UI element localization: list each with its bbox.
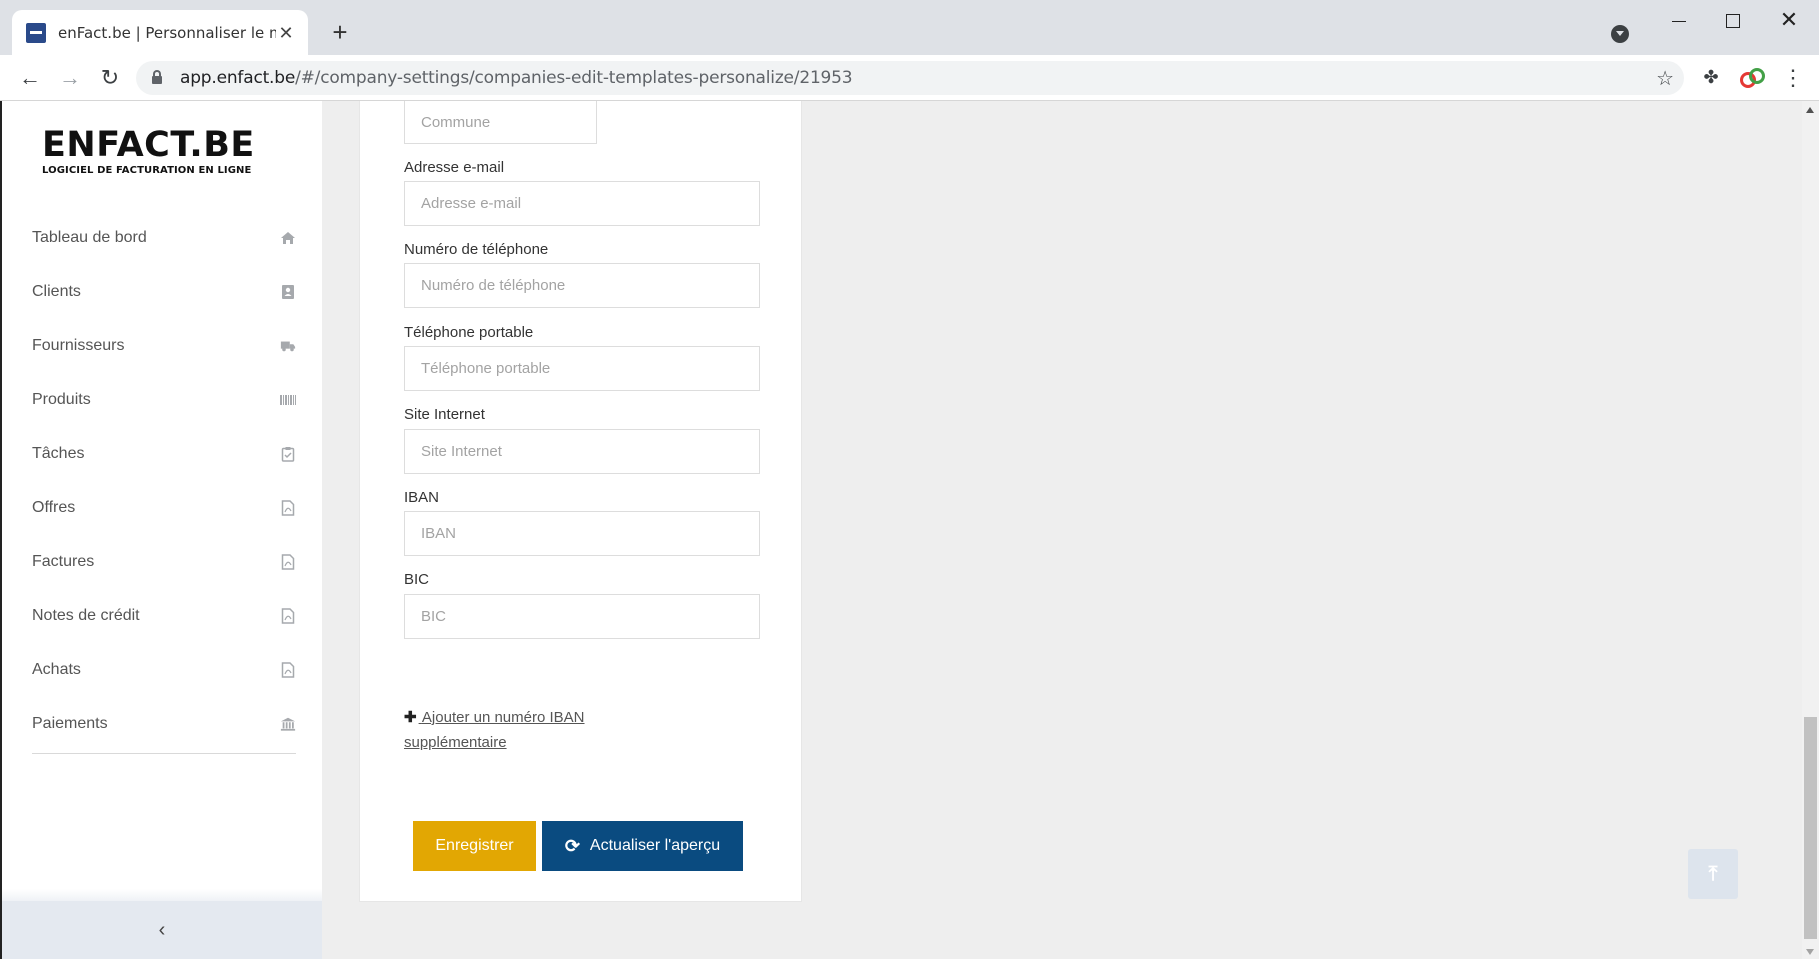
sidebar-collapse-button[interactable]: ‹ bbox=[2, 889, 322, 959]
site-favicon-icon bbox=[26, 22, 46, 43]
scroll-to-top-button[interactable]: ⤒ bbox=[1688, 849, 1738, 899]
add-iban-link-text-1: Ajouter un numéro IBAN bbox=[421, 709, 585, 726]
phone-input[interactable]: Numéro de téléphone bbox=[404, 263, 760, 308]
tab-title: enFact.be | Personnaliser le modèle bbox=[58, 23, 276, 42]
logo-main-text: ENFACT.BE bbox=[42, 125, 255, 165]
mobile-label: Téléphone portable bbox=[404, 324, 534, 341]
refresh-preview-label: Actualiser l'aperçu bbox=[589, 837, 721, 854]
chevron-left-icon: ‹ bbox=[158, 918, 166, 941]
vertical-scrollbar[interactable] bbox=[1802, 101, 1819, 959]
sidebar-item-label: Notes de crédit bbox=[32, 607, 140, 624]
scroll-down-icon[interactable] bbox=[1806, 949, 1814, 955]
sidebar-item-clients[interactable]: Clients bbox=[32, 265, 296, 319]
bic-label: BIC bbox=[404, 571, 430, 588]
browser-menu-icon[interactable]: ⋮ bbox=[1782, 65, 1804, 91]
iban-label: IBAN bbox=[404, 489, 440, 506]
file-pdf-icon bbox=[280, 608, 296, 624]
commune-input[interactable]: Commune bbox=[404, 101, 597, 144]
window-minimize-icon[interactable] bbox=[1658, 8, 1698, 34]
sidebar-divider bbox=[32, 753, 296, 754]
address-bar[interactable]: app.enfact.be/#/company-settings/compani… bbox=[136, 61, 1684, 95]
phone-label: Numéro de téléphone bbox=[404, 241, 549, 258]
browser-toolbar: ← → ↻ app.enfact.be/#/company-settings/c… bbox=[0, 55, 1819, 101]
forward-arrow-icon[interactable]: → bbox=[56, 64, 84, 92]
tab-search-icon[interactable] bbox=[1611, 25, 1629, 43]
plus-icon: ✚ bbox=[404, 709, 417, 726]
reload-icon[interactable]: ↻ bbox=[96, 64, 124, 92]
clipboard-check-icon bbox=[280, 446, 296, 462]
refresh-preview-button[interactable]: ⟳ Actualiser l'aperçu bbox=[542, 821, 743, 871]
sidebar-item-label: Clients bbox=[32, 283, 81, 300]
url-path: /#/company-settings/companies-edit-templ… bbox=[295, 68, 853, 88]
home-icon bbox=[280, 230, 296, 246]
sidebar-item-label: Tableau de bord bbox=[32, 229, 147, 246]
browser-tab-strip: enFact.be | Personnaliser le modèle ✕ + … bbox=[0, 0, 1819, 55]
company-details-form: Commune Adresse e-mail Adresse e-mail Nu… bbox=[359, 101, 802, 902]
sidebar-item-label: Fournisseurs bbox=[32, 337, 125, 354]
window-maximize-icon[interactable] bbox=[1712, 8, 1752, 34]
sidebar-item-label: Tâches bbox=[32, 445, 85, 462]
sidebar-item-label: Offres bbox=[32, 499, 76, 516]
sidebar-item-notes-de-credit[interactable]: Notes de crédit bbox=[32, 589, 296, 643]
logo-tagline: LOGICIEL DE FACTURATION EN LIGNE bbox=[42, 165, 252, 176]
arrow-to-top-icon: ⤒ bbox=[1708, 862, 1718, 885]
add-iban-link-text-2: supplémentaire bbox=[404, 734, 507, 751]
truck-icon bbox=[280, 338, 296, 354]
app-viewport: ENFACT.BE LOGICIEL DE FACTURATION EN LIG… bbox=[0, 101, 1819, 959]
extensions-puzzle-icon[interactable]: ✤ bbox=[1700, 67, 1722, 89]
file-pdf-icon bbox=[280, 662, 296, 678]
barcode-icon bbox=[280, 392, 296, 408]
sidebar-item-paiements[interactable]: Paiements bbox=[32, 697, 296, 751]
website-input[interactable]: Site Internet bbox=[404, 429, 760, 474]
mobile-input[interactable]: Téléphone portable bbox=[404, 346, 760, 391]
add-iban-link[interactable]: ✚ Ajouter un numéro IBAN supplémentaire bbox=[404, 705, 634, 755]
sidebar-item-produits[interactable]: Produits bbox=[32, 373, 296, 427]
sidebar-item-factures[interactable]: Factures bbox=[32, 535, 296, 589]
brand-logo[interactable]: ENFACT.BE LOGICIEL DE FACTURATION EN LIG… bbox=[42, 127, 255, 176]
sidebar-item-offres[interactable]: Offres bbox=[32, 481, 296, 535]
file-pdf-icon bbox=[280, 554, 296, 570]
email-input[interactable]: Adresse e-mail bbox=[404, 181, 760, 226]
save-button-label: Enregistrer bbox=[435, 837, 514, 854]
email-label: Adresse e-mail bbox=[404, 159, 505, 176]
refresh-icon: ⟳ bbox=[564, 835, 580, 856]
sidebar-item-label: Produits bbox=[32, 391, 91, 408]
iban-input[interactable]: IBAN bbox=[404, 511, 760, 556]
lock-icon bbox=[152, 70, 162, 84]
file-pdf-icon bbox=[280, 500, 296, 516]
bookmark-star-icon[interactable]: ☆ bbox=[1656, 66, 1674, 91]
sidebar-item-achats[interactable]: Achats bbox=[32, 643, 296, 697]
browser-tab[interactable]: enFact.be | Personnaliser le modèle ✕ bbox=[12, 10, 308, 55]
sidebar-item-label: Paiements bbox=[32, 715, 108, 732]
bic-input[interactable]: BIC bbox=[404, 594, 760, 639]
sidebar-item-fournisseurs[interactable]: Fournisseurs bbox=[32, 319, 296, 373]
back-arrow-icon[interactable]: ← bbox=[16, 64, 44, 92]
bank-icon bbox=[280, 716, 296, 732]
extension-rings-icon[interactable] bbox=[1740, 67, 1768, 89]
window-close-icon[interactable]: ✕ bbox=[1769, 8, 1809, 34]
scroll-up-icon[interactable] bbox=[1806, 107, 1814, 113]
address-book-icon bbox=[280, 284, 296, 300]
website-label: Site Internet bbox=[404, 406, 485, 423]
sidebar: ENFACT.BE LOGICIEL DE FACTURATION EN LIG… bbox=[0, 101, 322, 959]
sidebar-item-tableau-de-bord[interactable]: Tableau de bord bbox=[32, 211, 296, 265]
sidebar-item-label: Achats bbox=[32, 661, 81, 678]
sidebar-item-label: Factures bbox=[32, 553, 95, 570]
url-host: app.enfact.be bbox=[180, 68, 296, 88]
tab-close-icon[interactable]: ✕ bbox=[276, 23, 296, 43]
scrollbar-thumb[interactable] bbox=[1804, 717, 1817, 939]
new-tab-icon[interactable]: + bbox=[326, 18, 354, 46]
sidebar-item-taches[interactable]: Tâches bbox=[32, 427, 296, 481]
sidebar-nav: Tableau de bord Clients Fournisseurs Pro… bbox=[32, 211, 296, 754]
save-button[interactable]: Enregistrer bbox=[413, 821, 536, 871]
url-text: app.enfact.be/#/company-settings/compani… bbox=[180, 68, 853, 88]
